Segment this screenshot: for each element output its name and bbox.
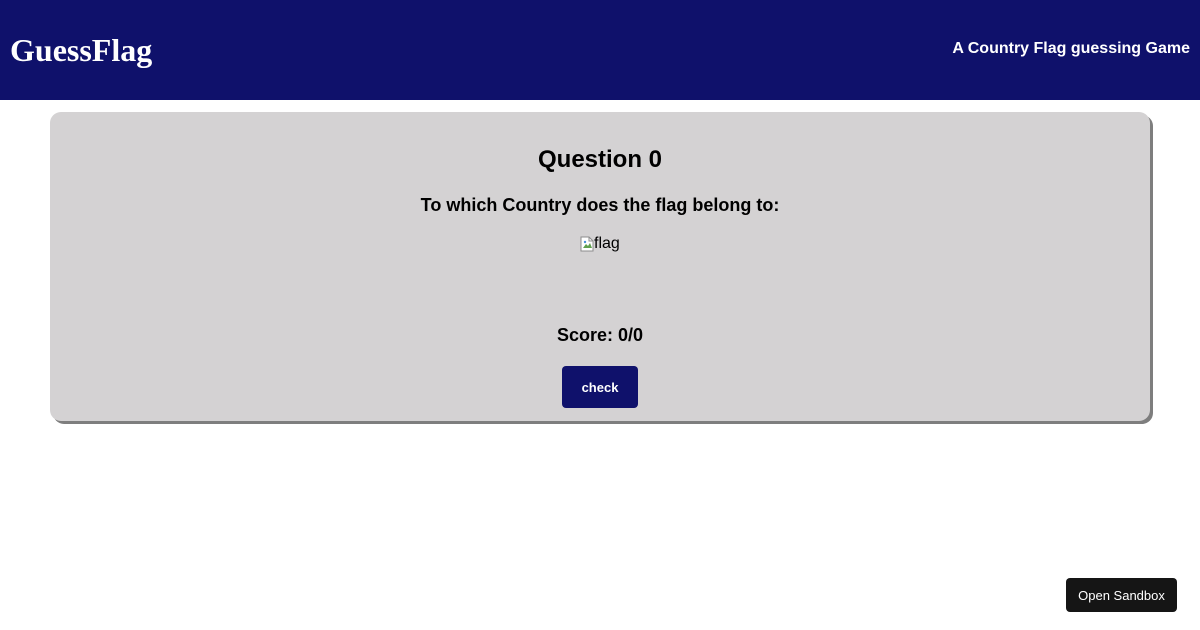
broken-image-icon (580, 236, 594, 252)
app-logo: GuessFlag (10, 32, 153, 68)
question-text: To which Country does the flag belong to… (420, 195, 780, 215)
check-button[interactable]: check (562, 366, 638, 408)
quiz-card: Question 0 To which Country does the fla… (50, 112, 1150, 421)
score-display: Score: 0/0 (556, 325, 644, 345)
app-tagline: A Country Flag guessing Game (952, 40, 1190, 57)
app-header: GuessFlag A Country Flag guessing Game (0, 0, 1200, 100)
open-sandbox-button[interactable]: Open Sandbox (1066, 578, 1177, 612)
flag-alt-text: flag (594, 235, 620, 252)
question-title: Question 0 (537, 146, 663, 173)
flag-image: flag (580, 234, 620, 254)
